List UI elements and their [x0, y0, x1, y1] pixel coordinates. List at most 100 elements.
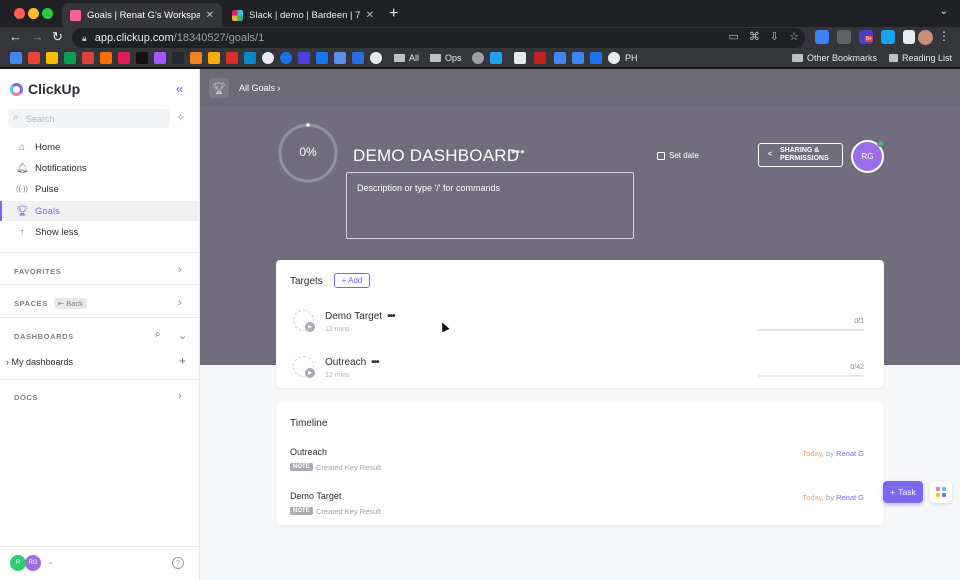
play-icon[interactable]: ▶	[305, 322, 315, 332]
bookmark-favicon-icon[interactable]	[370, 52, 382, 64]
my-dashboards-item[interactable]: › My dashboards	[6, 357, 73, 367]
bookmark-favicon-icon[interactable]	[64, 52, 76, 64]
extension-icon[interactable]	[837, 30, 851, 44]
bookmark-favicon-icon[interactable]	[472, 52, 484, 64]
favorites-section[interactable]: FAVORITES	[14, 267, 61, 276]
sidebar-item-pulse[interactable]: ((·)) Pulse	[0, 179, 199, 199]
bookmark-favicon-icon[interactable]	[316, 52, 328, 64]
spaces-section[interactable]: SPACES ⇤ Back	[14, 298, 87, 309]
sidebar-item-notifications[interactable]: 🔔︎ Notifications	[0, 158, 199, 178]
bookmark-favicon-icon[interactable]	[490, 52, 502, 64]
play-icon[interactable]: ▶	[305, 368, 315, 378]
bookmark-favicon-icon[interactable]	[334, 52, 346, 64]
timeline-item-name[interactable]: Demo Target	[290, 491, 341, 501]
timeline-item-name[interactable]: Outreach	[290, 447, 327, 457]
tab-slack[interactable]: Slack | demo | Bardeen | 7 new ✕	[224, 3, 382, 27]
bookmark-favicon-icon[interactable]	[244, 52, 256, 64]
back-icon[interactable]: ←	[9, 29, 22, 44]
bookmark-favicon-icon[interactable]	[590, 52, 602, 64]
bookmark-favicon-icon[interactable]	[154, 52, 166, 64]
timeline-user[interactable]: Renat G	[836, 493, 864, 502]
chevron-right-icon[interactable]: ›	[178, 390, 182, 402]
minimize-window-icon[interactable]	[28, 8, 39, 19]
sharing-permissions-button[interactable]: < SHARING & PERMISSIONS	[758, 143, 843, 167]
sidebar-item-show-less[interactable]: ↑ Show less	[0, 222, 199, 242]
bookmark-favicon-icon[interactable]	[10, 52, 22, 64]
extension-icon[interactable]: 8+	[859, 30, 873, 44]
trophy-icon[interactable]: 🏆︎	[209, 78, 229, 98]
bookmark-favicon-icon[interactable]	[82, 52, 94, 64]
apps-grid-icon[interactable]	[930, 481, 952, 503]
bookmark-ph[interactable]: PH	[625, 53, 638, 63]
chevron-down-icon[interactable]: ⌄	[47, 557, 54, 566]
new-tab-button[interactable]: +	[389, 5, 398, 23]
search-icon[interactable]: ⌕	[155, 329, 161, 340]
chevron-right-icon[interactable]: ›	[178, 264, 182, 276]
bookmark-favicon-icon[interactable]	[136, 52, 148, 64]
bookmark-favicon-icon[interactable]	[172, 52, 184, 64]
tab-goals[interactable]: Goals | Renat G's Workspace ✕	[62, 3, 222, 27]
target-more-icon[interactable]: •••	[371, 357, 379, 368]
puzzle-icon[interactable]	[903, 30, 915, 44]
bookmark-favicon-icon[interactable]	[352, 52, 364, 64]
target-row[interactable]: ▶ Demo Target ••• 12 mins 0/1	[290, 302, 864, 342]
bookmark-folder-all[interactable]: All	[394, 53, 419, 63]
more-vertical-icon[interactable]: ⋮	[938, 29, 950, 43]
bookmark-favicon-icon[interactable]	[572, 52, 584, 64]
clickup-logo[interactable]: ClickUp	[10, 81, 80, 97]
help-icon[interactable]: ?	[172, 557, 184, 569]
add-dashboard-icon[interactable]: +	[179, 354, 186, 368]
extension-icon[interactable]	[881, 30, 895, 44]
bookmark-favicon-icon[interactable]	[100, 52, 112, 64]
bookmark-favicon-icon[interactable]	[46, 52, 58, 64]
bookmark-favicon-icon[interactable]	[208, 52, 220, 64]
bookmark-favicon-icon[interactable]	[534, 52, 546, 64]
sidebar-item-home[interactable]: ⌂ Home	[0, 137, 199, 157]
target-row[interactable]: ▶ Outreach ••• 12 mins 0/42	[290, 348, 864, 388]
address-bar[interactable]: 🔒︎ app.clickup.com/18340527/goals/1 ▭ ⌘ …	[72, 28, 805, 48]
bookmark-star-icon[interactable]: ☆	[789, 30, 799, 43]
sidebar-item-goals[interactable]: 🏆︎ Goals	[0, 201, 199, 221]
user-avatar[interactable]: RG	[25, 555, 41, 571]
bookmark-favicon-icon[interactable]	[608, 52, 620, 64]
bookmark-favicon-icon[interactable]	[262, 52, 274, 64]
set-date-button[interactable]: Set date	[657, 151, 699, 160]
ai-spark-icon[interactable]: ✧	[176, 111, 185, 124]
bookmark-folder-other[interactable]: Other Bookmarks	[792, 53, 877, 63]
user-avatar[interactable]: R	[10, 555, 26, 571]
chevron-down-icon[interactable]: ⌄	[178, 329, 187, 342]
collapse-sidebar-icon[interactable]: «	[176, 81, 183, 96]
breadcrumb[interactable]: All Goals ›	[239, 83, 281, 93]
bookmark-favicon-icon[interactable]	[226, 52, 238, 64]
cast-icon[interactable]: ▭	[729, 30, 739, 43]
close-window-icon[interactable]	[14, 8, 25, 19]
goal-title[interactable]: DEMO DASHBOARD	[353, 146, 519, 166]
bookmark-folder-ops[interactable]: Ops	[430, 53, 462, 63]
reading-list[interactable]: Reading List	[889, 53, 952, 63]
description-editor[interactable]: Description or type '/' for commands	[346, 172, 634, 239]
bookmark-favicon-icon[interactable]	[190, 52, 202, 64]
bookmark-favicon-icon[interactable]	[28, 52, 40, 64]
goal-more-icon[interactable]: •••	[511, 144, 525, 159]
extension-icon[interactable]	[815, 30, 829, 44]
maximize-window-icon[interactable]	[42, 8, 53, 19]
target-more-icon[interactable]: •••	[387, 311, 395, 322]
profile-avatar[interactable]	[918, 30, 933, 45]
bookmark-favicon-icon[interactable]	[298, 52, 310, 64]
back-badge[interactable]: ⇤ Back	[53, 298, 87, 309]
install-icon[interactable]: ⇩	[770, 30, 779, 43]
new-task-button[interactable]: + Task	[883, 481, 923, 503]
bookmark-favicon-icon[interactable]	[554, 52, 566, 64]
qr-code-icon[interactable]: ⌘	[749, 30, 760, 43]
close-tab-icon[interactable]: ✕	[366, 10, 374, 21]
search-input[interactable]: ⌕ Search	[8, 109, 170, 128]
reload-icon[interactable]: ↻	[52, 29, 63, 45]
forward-icon[interactable]: →	[31, 29, 44, 44]
timeline-user[interactable]: Renat G	[836, 449, 864, 458]
chevron-right-icon[interactable]: ›	[178, 297, 182, 309]
docs-section[interactable]: DOCS	[14, 393, 38, 402]
close-tab-icon[interactable]: ✕	[206, 10, 214, 21]
bookmark-favicon-icon[interactable]	[280, 52, 292, 64]
add-target-button[interactable]: + Add	[334, 273, 370, 288]
bookmark-favicon-icon[interactable]	[514, 52, 526, 64]
